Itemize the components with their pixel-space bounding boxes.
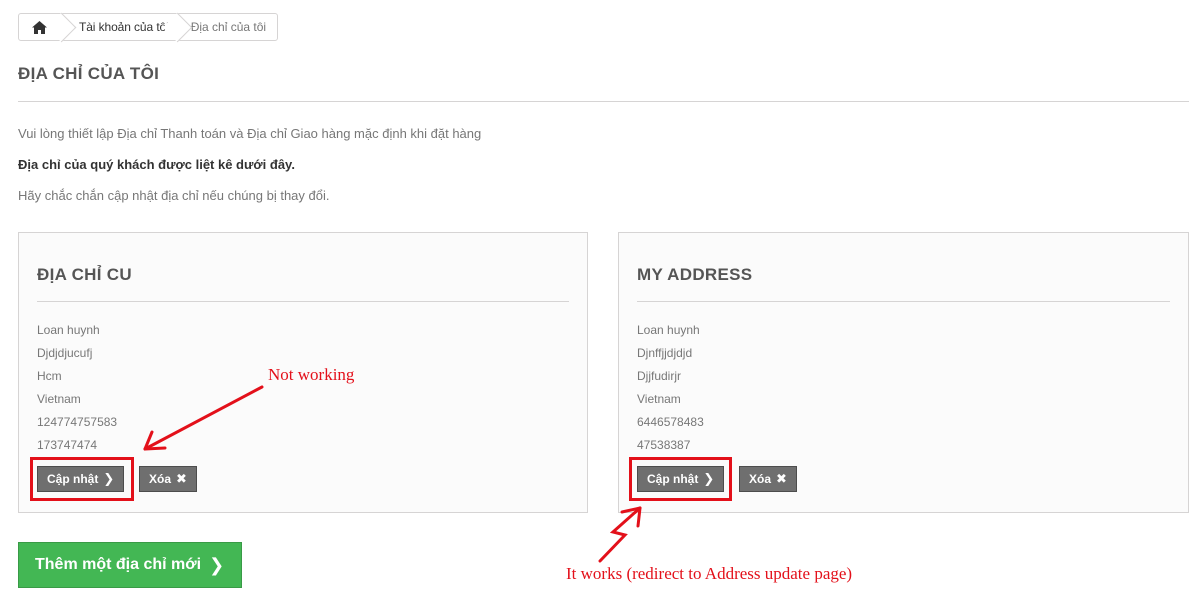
add-address-button-label: Thêm một địa chỉ mới — [35, 556, 202, 573]
breadcrumb-separator — [175, 14, 187, 40]
address-phone: 6446578483 — [637, 415, 704, 429]
page-title: ĐỊA CHỈ CỦA TÔI — [18, 64, 160, 83]
breadcrumb-my-account-link[interactable]: Tài khoản của tôi — [71, 14, 175, 40]
breadcrumb: Tài khoản của tôi Địa chỉ của tôi — [18, 13, 279, 41]
annotation-it-works: It works (redirect to Address update pag… — [566, 564, 853, 583]
address-name: Loan huynh — [37, 323, 100, 337]
add-address-button[interactable]: Thêm một địa chỉ mới ❯ — [18, 542, 242, 588]
close-icon: ✖ — [176, 471, 187, 486]
delete-button-label: Xóa — [149, 472, 172, 486]
breadcrumb-separator — [59, 14, 71, 40]
arrow-works — [598, 506, 642, 563]
delete-button[interactable]: Xóa ✖ — [739, 466, 797, 492]
address-mobile: 47538387 — [637, 438, 691, 452]
address-title: MY ADDRESS — [637, 265, 753, 284]
divider — [18, 101, 1189, 102]
home-icon — [31, 20, 47, 34]
address-city: Djjfudirjr — [637, 369, 682, 383]
address-mobile: 173747474 — [37, 438, 98, 452]
address-street: Djnffjjdjdjd — [637, 346, 693, 360]
divider — [37, 301, 569, 302]
address-country: Vietnam — [37, 392, 81, 406]
address-street: Djdjdjucufj — [37, 346, 93, 360]
address-phone: 124774757583 — [37, 415, 118, 429]
address-lines: Loan huynh Djnffjjdjdjd Djjfudirjr Vietn… — [637, 319, 704, 457]
chevron-right-icon: ❯ — [209, 554, 225, 575]
highlight-box-works — [629, 457, 732, 501]
info-text-billing: Vui lòng thiết lập Địa chỉ Thanh toán và… — [18, 126, 482, 141]
info-text-listed: Địa chỉ của quý khách được liệt kê dưới … — [18, 157, 295, 172]
address-lines: Loan huynh Djdjdjucufj Hcm Vietnam 12477… — [37, 319, 117, 457]
breadcrumb-current: Địa chỉ của tôi — [190, 20, 267, 34]
breadcrumb-item-label: Tài khoản của tôi — [79, 20, 169, 34]
address-name: Loan huynh — [637, 323, 700, 337]
highlight-box-not-working — [30, 457, 134, 501]
annotation-not-working: Not working — [268, 365, 355, 384]
address-title: ĐỊA CHỈ CU — [37, 265, 132, 284]
address-country: Vietnam — [637, 392, 681, 406]
info-text-update: Hãy chắc chắn cập nhật địa chỉ nếu chúng… — [18, 188, 330, 203]
close-icon: ✖ — [776, 471, 787, 486]
delete-button-label: Xóa — [749, 472, 772, 486]
address-city: Hcm — [37, 369, 62, 383]
delete-button[interactable]: Xóa ✖ — [139, 466, 197, 492]
divider — [637, 301, 1170, 302]
